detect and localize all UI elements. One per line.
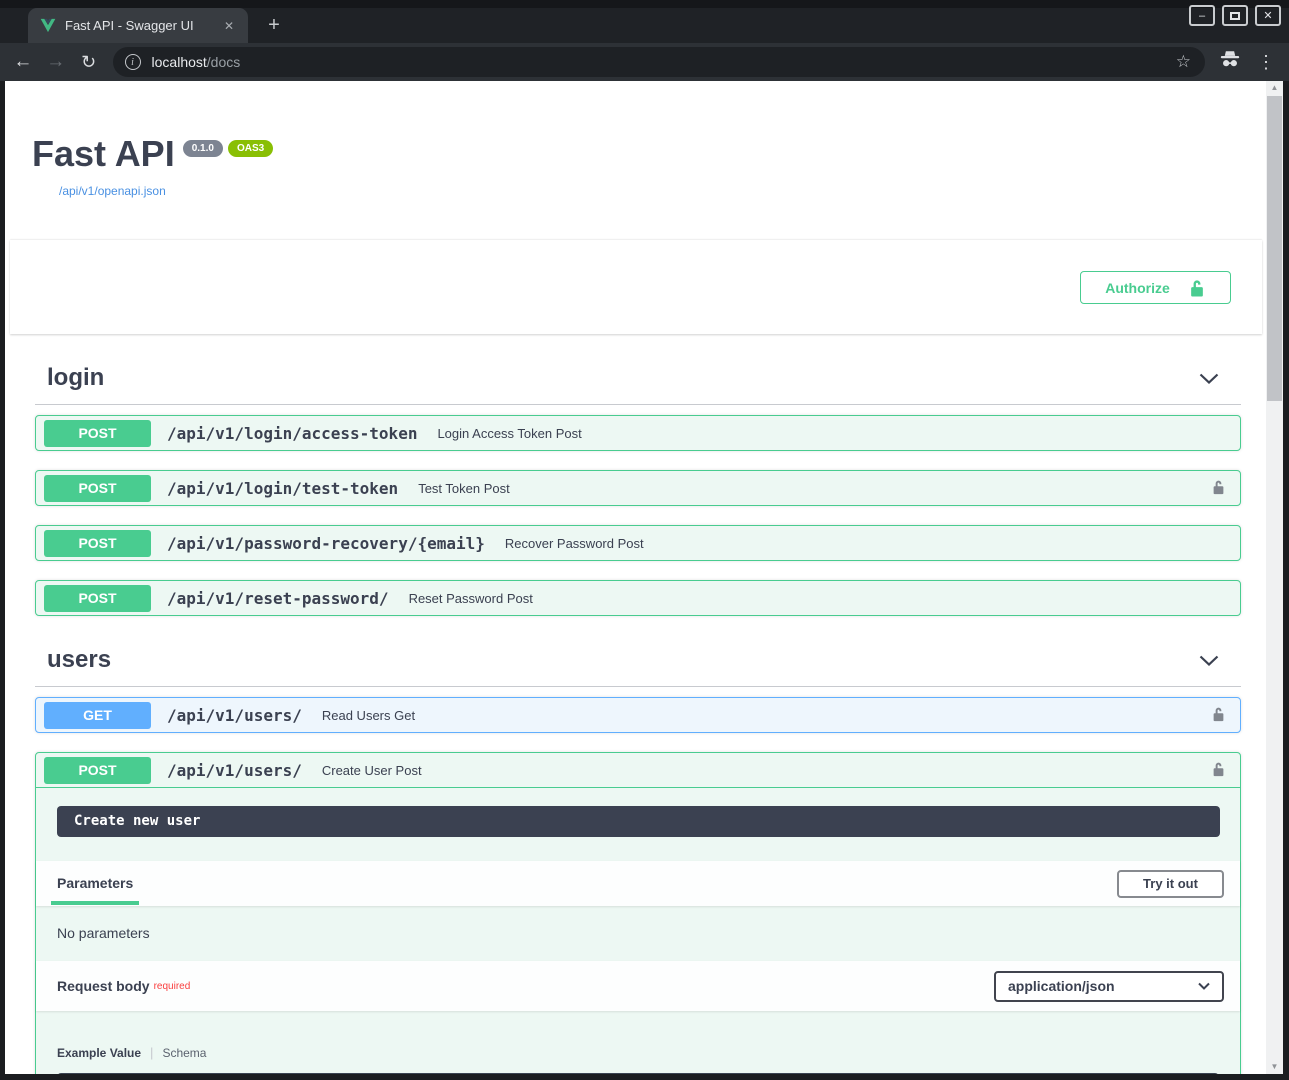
scrollbar-thumb[interactable] bbox=[1267, 96, 1282, 401]
endpoint-path: /api/v1/users/ bbox=[167, 761, 302, 780]
authorize-label: Authorize bbox=[1105, 280, 1170, 296]
example-value-tab[interactable]: Example Value bbox=[57, 1046, 141, 1060]
method-badge: POST bbox=[44, 757, 151, 784]
endpoint-description: Recover Password Post bbox=[505, 536, 1226, 551]
tab-close-icon[interactable]: ✕ bbox=[220, 17, 238, 35]
method-badge: GET bbox=[44, 702, 151, 729]
unlock-icon bbox=[1211, 705, 1226, 723]
tab-separator: | bbox=[150, 1045, 153, 1060]
chevron-down-icon[interactable] bbox=[1199, 655, 1219, 666]
vue-favicon-icon bbox=[40, 18, 56, 33]
url-host: localhost bbox=[152, 54, 207, 70]
unlock-icon bbox=[1211, 478, 1226, 496]
media-type-select[interactable]: application/json bbox=[994, 971, 1224, 1002]
address-bar[interactable]: i localhost/docs ☆ bbox=[113, 47, 1205, 77]
endpoint-password-recovery: POST /api/v1/password-recovery/{email} R… bbox=[35, 525, 1241, 561]
endpoint-path: /api/v1/password-recovery/{email} bbox=[167, 534, 485, 553]
authorize-button[interactable]: Authorize bbox=[1080, 271, 1231, 304]
request-body-header: Request body required application/json bbox=[36, 961, 1240, 1011]
incognito-icon bbox=[1219, 51, 1241, 73]
no-parameters-text: No parameters bbox=[36, 906, 1240, 961]
endpoint-summary-row[interactable]: POST /api/v1/login/test-token Test Token… bbox=[36, 471, 1240, 505]
bookmark-star-icon[interactable]: ☆ bbox=[1176, 52, 1191, 72]
endpoint-reset-password: POST /api/v1/reset-password/ Reset Passw… bbox=[35, 580, 1241, 616]
url-text: localhost/docs bbox=[152, 54, 1176, 70]
endpoint-summary-row[interactable]: GET /api/v1/users/ Read Users Get bbox=[36, 698, 1240, 732]
endpoint-description: Read Users Get bbox=[322, 708, 1201, 723]
request-body-label: Request body bbox=[57, 978, 150, 994]
section-users-header[interactable]: users bbox=[35, 646, 1241, 687]
api-info: Fast API 0.1.0 OAS3 /api/v1/openapi.json bbox=[5, 81, 1266, 198]
section-title: login bbox=[47, 364, 1199, 392]
example-code-block: { bbox=[57, 1073, 1219, 1074]
openapi-spec-link[interactable]: /api/v1/openapi.json bbox=[59, 184, 1266, 198]
back-button[interactable]: ← bbox=[8, 51, 38, 73]
unlock-icon bbox=[1188, 278, 1206, 298]
endpoint-description: Test Token Post bbox=[418, 481, 1201, 496]
scroll-down-icon[interactable]: ▼ bbox=[1266, 1060, 1283, 1074]
endpoint-description: Create User Post bbox=[322, 763, 1201, 778]
api-title: Fast API bbox=[32, 133, 175, 175]
endpoint-login-test-token: POST /api/v1/login/test-token Test Token… bbox=[35, 470, 1241, 506]
endpoint-description: Reset Password Post bbox=[409, 591, 1226, 606]
method-badge: POST bbox=[44, 530, 151, 557]
chevron-down-icon[interactable] bbox=[1199, 373, 1219, 384]
url-path: /docs bbox=[207, 54, 240, 70]
section-login-header[interactable]: login bbox=[35, 364, 1241, 405]
parameters-tab[interactable]: Parameters bbox=[51, 862, 139, 905]
minimize-button[interactable]: – bbox=[1189, 5, 1215, 26]
browser-titlebar: Fast API - Swagger UI ✕ + – ✕ bbox=[0, 0, 1289, 43]
swagger-page: Fast API 0.1.0 OAS3 /api/v1/openapi.json A… bbox=[5, 81, 1266, 1074]
endpoint-path: /api/v1/reset-password/ bbox=[167, 589, 389, 608]
chevron-down-icon bbox=[1198, 982, 1210, 990]
required-label: required bbox=[154, 981, 191, 992]
tab-title: Fast API - Swagger UI bbox=[65, 18, 220, 33]
section-title: users bbox=[47, 646, 1199, 674]
new-tab-button[interactable]: + bbox=[260, 12, 288, 40]
auth-lock-button[interactable] bbox=[1211, 705, 1226, 726]
endpoint-summary-row[interactable]: POST /api/v1/password-recovery/{email} R… bbox=[36, 526, 1240, 560]
site-info-icon[interactable]: i bbox=[125, 54, 141, 70]
schema-tab[interactable]: Schema bbox=[162, 1046, 206, 1060]
parameters-header: Parameters Try it out bbox=[36, 861, 1240, 906]
version-badge: 0.1.0 bbox=[183, 140, 223, 157]
scroll-up-icon[interactable]: ▲ bbox=[1266, 81, 1283, 95]
media-type-value: application/json bbox=[1008, 978, 1198, 994]
endpoint-description: Login Access Token Post bbox=[437, 426, 1226, 441]
endpoint-create-user: POST /api/v1/users/ Create User Post Cre… bbox=[35, 752, 1241, 1074]
endpoint-summary-row[interactable]: POST /api/v1/reset-password/ Reset Passw… bbox=[36, 581, 1240, 615]
browser-toolbar: ← → ↻ i localhost/docs ☆ ⋮ bbox=[0, 43, 1289, 81]
endpoint-path: /api/v1/users/ bbox=[167, 706, 302, 725]
maximize-icon bbox=[1230, 12, 1240, 20]
forward-button[interactable]: → bbox=[41, 51, 71, 73]
endpoint-read-users: GET /api/v1/users/ Read Users Get bbox=[35, 697, 1241, 733]
close-window-button[interactable]: ✕ bbox=[1255, 5, 1281, 26]
endpoint-description-bar: Create new user bbox=[57, 806, 1220, 837]
endpoint-login-access-token: POST /api/v1/login/access-token Login Ac… bbox=[35, 415, 1241, 451]
browser-tab[interactable]: Fast API - Swagger UI ✕ bbox=[28, 8, 248, 43]
reload-button[interactable]: ↻ bbox=[74, 52, 104, 73]
model-example-area: Example Value | Schema { bbox=[36, 1011, 1240, 1074]
scheme-container: Authorize bbox=[10, 240, 1262, 334]
oas3-badge: OAS3 bbox=[228, 140, 273, 157]
maximize-button[interactable] bbox=[1222, 5, 1248, 26]
section-login: login POST /api/v1/login/access-token Lo… bbox=[35, 364, 1241, 616]
endpoint-path: /api/v1/login/test-token bbox=[167, 479, 398, 498]
try-it-out-button[interactable]: Try it out bbox=[1117, 870, 1224, 898]
endpoint-path: /api/v1/login/access-token bbox=[167, 424, 417, 443]
endpoint-summary-row[interactable]: POST /api/v1/login/access-token Login Ac… bbox=[36, 416, 1240, 450]
browser-menu-icon[interactable]: ⋮ bbox=[1257, 52, 1275, 73]
auth-lock-button[interactable] bbox=[1211, 478, 1226, 499]
method-badge: POST bbox=[44, 420, 151, 447]
unlock-icon bbox=[1211, 760, 1226, 778]
endpoint-summary-row[interactable]: POST /api/v1/users/ Create User Post bbox=[36, 753, 1240, 788]
auth-lock-button[interactable] bbox=[1211, 760, 1226, 781]
method-badge: POST bbox=[44, 475, 151, 502]
section-users: users GET /api/v1/users/ Read Users Get bbox=[35, 646, 1241, 1074]
method-badge: POST bbox=[44, 585, 151, 612]
